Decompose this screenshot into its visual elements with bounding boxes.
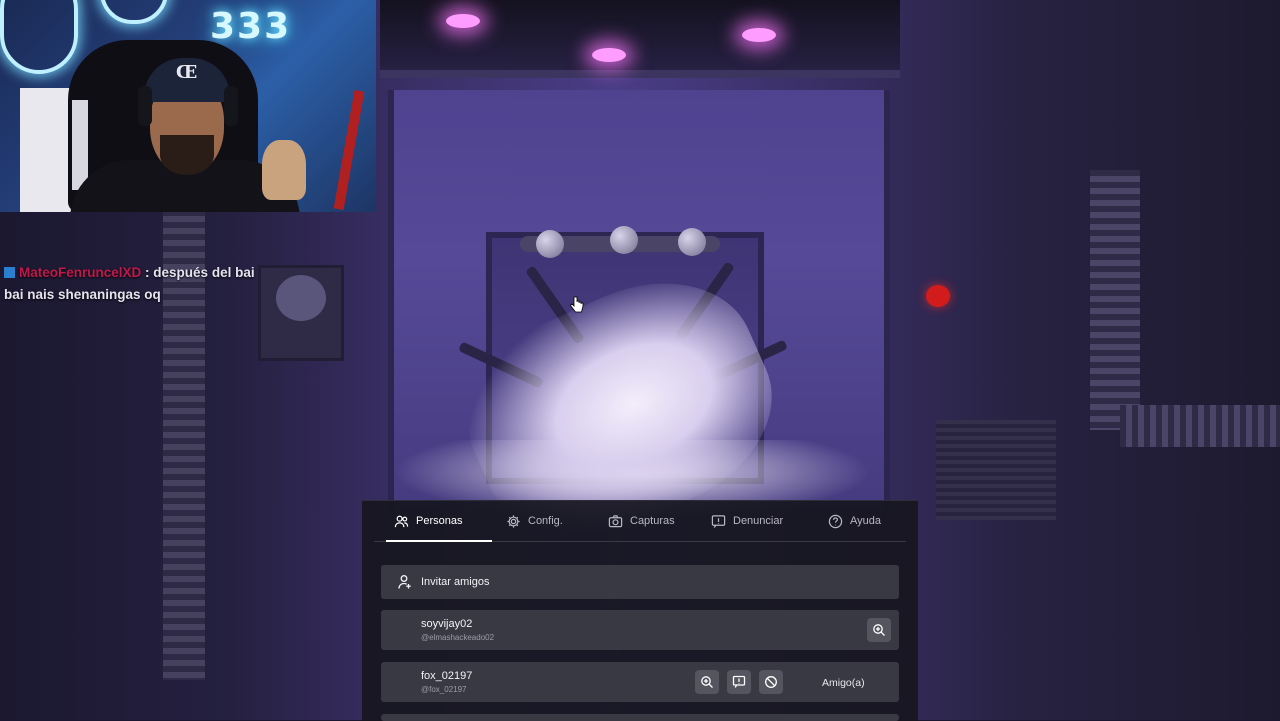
tab-label: Ayuda bbox=[850, 515, 881, 527]
chat-message: MateoFenruncelXD : después del bai bai n… bbox=[4, 262, 264, 306]
inspect-button[interactable] bbox=[695, 670, 719, 694]
right-pipe bbox=[1090, 170, 1140, 430]
people-icon bbox=[394, 515, 409, 527]
wall-vent bbox=[936, 420, 1056, 520]
friend-handle: @fox_02197 bbox=[421, 685, 467, 694]
wall-vent-circle bbox=[276, 275, 326, 321]
ceiling-light bbox=[446, 14, 480, 28]
game-menu: Personas Config. Capturas Denunciar Ayud… bbox=[362, 500, 918, 721]
inspect-button[interactable] bbox=[867, 618, 891, 642]
report-player-button[interactable] bbox=[727, 670, 751, 694]
friend-handle: @elmashackeado02 bbox=[421, 633, 495, 642]
door-knob bbox=[536, 230, 564, 258]
tab-ayuda[interactable]: Ayuda bbox=[828, 501, 881, 541]
friend-name: fox_02197 bbox=[421, 670, 473, 682]
neon-decoration bbox=[100, 0, 168, 24]
bat-prop bbox=[333, 90, 365, 210]
door-knob bbox=[678, 228, 706, 256]
block-button[interactable] bbox=[759, 670, 783, 694]
chat-badge-icon bbox=[4, 267, 15, 278]
streamer-webcam: 333 Œ bbox=[0, 0, 376, 212]
friend-row[interactable]: fox_02197 @fox_02197 Amigo(a) bbox=[381, 662, 899, 702]
door-knob bbox=[610, 226, 638, 254]
tab-config[interactable]: Config. bbox=[506, 501, 563, 541]
friend-name: soyvijay02 bbox=[421, 618, 473, 630]
neon-sign: 333 bbox=[210, 6, 292, 47]
plush-toy bbox=[262, 140, 306, 200]
report-icon bbox=[732, 675, 746, 688]
neon-decoration bbox=[0, 0, 78, 74]
zoom-in-icon bbox=[873, 624, 885, 636]
chair-stripe bbox=[72, 100, 88, 190]
hand-cursor-icon bbox=[570, 296, 584, 313]
tab-denunciar[interactable]: Denunciar bbox=[711, 501, 783, 541]
zoom-in-icon bbox=[701, 676, 713, 688]
tab-label: Personas bbox=[416, 515, 463, 527]
menu-tabs: Personas Config. Capturas Denunciar Ayud… bbox=[374, 501, 906, 542]
tab-label: Denunciar bbox=[733, 515, 784, 527]
help-icon bbox=[828, 514, 843, 528]
block-icon bbox=[765, 676, 777, 688]
tab-personas[interactable]: Personas bbox=[394, 501, 462, 541]
beard bbox=[160, 135, 214, 175]
red-button bbox=[926, 285, 950, 307]
headphone bbox=[138, 86, 152, 126]
report-icon bbox=[711, 514, 726, 528]
ceiling-light bbox=[592, 48, 626, 62]
ceiling-light bbox=[742, 28, 776, 42]
right-pipe-horizontal bbox=[1120, 405, 1280, 447]
add-person-icon bbox=[398, 575, 411, 589]
friend-status: Amigo(a) bbox=[822, 677, 865, 689]
tab-label: Config. bbox=[528, 515, 563, 527]
friend-row[interactable]: soyvijay02 @elmashackeado02 bbox=[381, 610, 899, 650]
ceiling bbox=[380, 0, 900, 78]
invite-label: Invitar amigos bbox=[421, 576, 490, 588]
headphone bbox=[224, 86, 238, 126]
gear-icon bbox=[507, 514, 520, 528]
active-tab-indicator bbox=[386, 540, 492, 542]
chat-username: MateoFenruncelXD bbox=[19, 265, 142, 280]
invite-friends-button[interactable]: Invitar amigos bbox=[381, 565, 899, 599]
cap-logo: Œ bbox=[176, 62, 198, 83]
camera-icon bbox=[608, 514, 623, 527]
tab-label: Capturas bbox=[630, 515, 675, 527]
tab-capturas[interactable]: Capturas bbox=[608, 501, 675, 541]
